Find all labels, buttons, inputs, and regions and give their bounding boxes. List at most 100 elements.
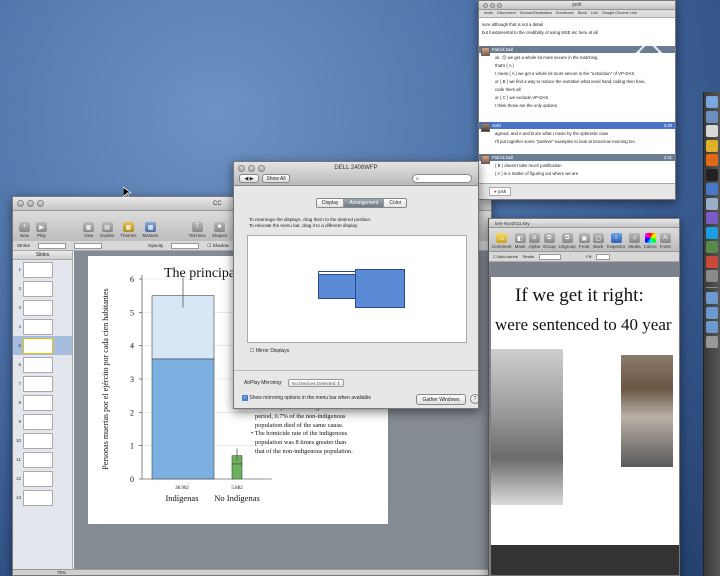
slide-navigator[interactable]: Slides 1 2 3 4 5 6 7 8 9 10 11 12 13 [13,251,73,569]
slides-header: Slides [13,251,72,260]
front-button[interactable]: ▣ Front [578,233,590,249]
slide-thumbnail[interactable]: 13 [13,488,72,507]
chrome-icon[interactable] [706,139,718,152]
zoom-button[interactable] [258,165,265,172]
gather-windows-button[interactable]: Gather Windows [416,394,466,405]
view-button[interactable]: ▦ View [83,222,94,238]
finder-icon[interactable] [706,96,718,108]
slide-thumbnail[interactable]: 3 [13,298,72,317]
slide-thumbnail[interactable]: 11 [13,450,72,469]
keynote-icon[interactable] [706,183,718,195]
play-button[interactable]: ▶ Play [36,222,47,238]
minimize-button[interactable] [248,165,255,172]
calendar-icon[interactable] [706,125,718,137]
menu-link[interactable]: Link [591,11,598,16]
slide-thumbnail[interactable]: 6 [13,355,72,374]
close-button[interactable] [483,2,488,8]
back-forward-buttons[interactable]: ◀ ▶ [239,174,259,183]
tab-color[interactable]: Color [384,199,407,207]
keynote2-format-bar: ☐ Auto-shrink Stroke Fill [489,252,679,262]
fonts-button[interactable]: A Fonts [660,233,671,249]
masters-button[interactable]: ▦ Masters [143,222,159,238]
itunes-icon[interactable] [706,212,718,224]
colors-button[interactable]: Colors [644,233,657,249]
chat-titlebar[interactable]: josh [479,1,675,10]
tab-display[interactable]: Display [317,199,345,207]
tab-arrangement[interactable]: Arrangement [344,199,385,207]
display-prefs-toolbar[interactable]: DELL 2408WFP ◀ ▶ Show All ⌕ [234,162,478,186]
trash-icon[interactable] [706,335,718,348]
folder-icon[interactable] [706,306,718,319]
display-thumbnail-secondary[interactable] [318,271,356,299]
folder-icon[interactable] [706,292,718,304]
media-button[interactable]: ♫ Media [628,233,641,249]
arrangement-area[interactable] [247,235,467,343]
ungroup-button[interactable]: ⧉ Ungroup [559,233,576,249]
keynote2-titlebar[interactable]: keh-Nov2011.key [489,219,679,228]
chat-tab[interactable]: ● josh [489,187,512,196]
menu-chrome-link[interactable]: Google Chrome Link [602,11,637,16]
help-button[interactable]: ? [470,394,478,404]
menu-source-destination[interactable]: Source/Destination [520,11,552,16]
mirror-displays-checkbox[interactable]: ☐ Mirror Displays [250,348,289,354]
slide-number: 12 [15,476,21,481]
menu-bar-indicator[interactable] [319,272,355,275]
dock [703,92,720,576]
new-button[interactable]: + New [19,222,30,238]
skype-icon[interactable] [706,226,718,239]
menu-invite[interactable]: Invite [484,11,493,16]
minimize-button[interactable] [490,2,495,8]
shadow-checkbox[interactable]: ☐ Shadow [207,243,229,249]
keynote2-slide[interactable]: If we get it right: were sentenced to 40… [491,277,679,545]
photo-icon[interactable] [706,241,718,253]
airplay-select[interactable]: No Devices Detected ⇕ [288,379,344,387]
mask-button[interactable]: ◧ Mask [514,233,526,249]
stroke-width-field[interactable] [74,242,103,249]
display-thumbnail-main[interactable] [355,269,405,308]
show-all-button[interactable]: Show All [262,174,290,183]
search-field[interactable]: ⌕ [412,174,472,183]
system-prefs-icon[interactable] [706,270,718,282]
slide-thumbnail[interactable]: 12 [13,469,72,488]
group-button[interactable]: ⧉ Group [543,233,556,249]
autoshrink-checkbox[interactable]: ☐ Auto-shrink [493,254,518,259]
menu-block[interactable]: Block [578,11,587,16]
bullet-line: population was 8 times greater than [255,439,347,447]
app-icon[interactable] [706,255,718,268]
shapes-button[interactable]: ■ Shapes [212,222,227,238]
stroke-field[interactable] [539,253,562,260]
guides-button[interactable]: ▤ Guides [100,222,114,238]
comment-button[interactable]: ▭ Comment [492,233,512,249]
show-mirroring-checkbox[interactable]: ✓ Show mirroring options in the menu bar… [242,395,371,401]
firefox-icon[interactable] [706,154,718,166]
slide-thumbnail[interactable]: 7 [13,374,72,393]
minimize-button[interactable] [27,200,34,207]
text-box-button[interactable]: T Text Box [189,222,206,238]
back-button[interactable]: ▢ Back [592,233,604,249]
alpha-button[interactable]: α Alpha [529,233,540,249]
slide-thumbnail[interactable]: 10 [13,431,72,450]
menu-disconnect[interactable]: Disconnect [497,11,516,16]
inspector-button[interactable]: i Inspector [607,233,625,249]
folder-icon[interactable] [706,321,718,333]
slide-thumbnail[interactable]: 2 [13,279,72,298]
close-button[interactable] [238,165,245,172]
mail-icon[interactable] [706,110,718,123]
slide-thumbnail[interactable]: 4 [13,317,72,336]
slide-thumbnail[interactable]: 1 [13,260,72,279]
slide-preview [23,413,53,430]
terminal-icon[interactable] [706,168,718,181]
slide-thumbnail[interactable]: 5 [13,336,72,355]
themes-button[interactable]: ▦ Themes [120,222,137,238]
opacity-field[interactable] [171,242,200,249]
slide-thumbnail[interactable]: 9 [13,412,72,431]
menu-emoticons[interactable]: Emoticons [556,11,574,16]
slide-thumbnail[interactable]: 8 [13,393,72,412]
preview-icon[interactable] [706,197,718,210]
status-zoom[interactable]: 75% [57,570,66,575]
zoom-button[interactable] [37,200,44,207]
close-button[interactable] [17,200,24,207]
fill-field[interactable] [596,253,611,260]
stroke-field[interactable] [38,242,67,249]
zoom-button[interactable] [497,2,502,8]
